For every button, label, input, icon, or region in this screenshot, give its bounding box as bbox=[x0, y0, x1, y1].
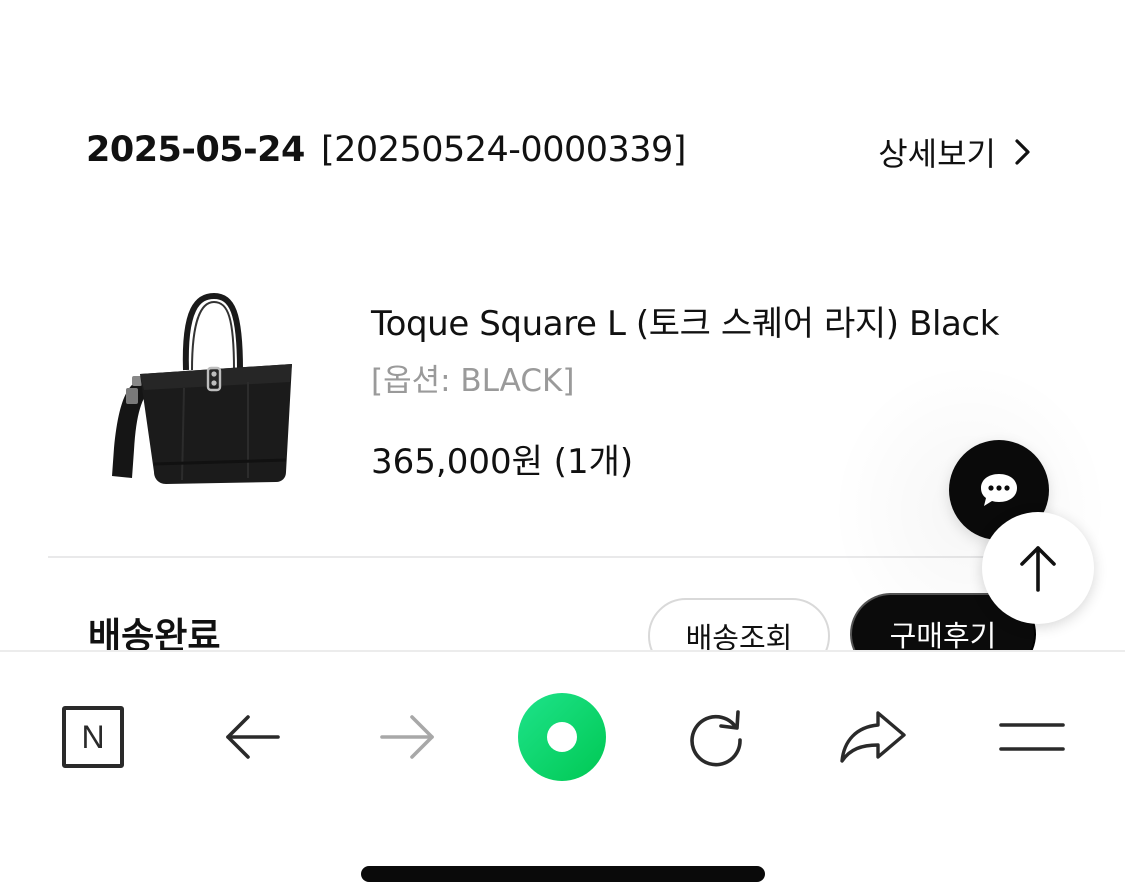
divider bbox=[48, 556, 1078, 558]
order-detail-label: 상세보기 bbox=[878, 135, 996, 173]
share-icon bbox=[840, 711, 906, 763]
chat-bubble-icon bbox=[981, 474, 1017, 506]
product-price: 365,000원 (1개) bbox=[371, 442, 634, 482]
naver-home-letter: N bbox=[81, 718, 105, 755]
green-dot-button[interactable] bbox=[514, 692, 610, 782]
page: 2025-05-24 [20250524-0000339] 상세보기 Toque… bbox=[0, 0, 1125, 895]
order-date: 2025-05-24 bbox=[86, 130, 305, 170]
back-arrow-icon bbox=[226, 715, 280, 759]
product-option: [옵션: BLACK] bbox=[371, 363, 575, 399]
green-dot-icon bbox=[518, 693, 606, 781]
share-button[interactable] bbox=[832, 692, 914, 782]
reload-button[interactable] bbox=[676, 692, 756, 782]
browser-toolbar: N bbox=[0, 650, 1125, 895]
home-indicator[interactable] bbox=[361, 866, 765, 882]
chevron-right-icon bbox=[1015, 139, 1030, 165]
scroll-top-button[interactable] bbox=[982, 512, 1094, 624]
order-number: [20250524-0000339] bbox=[321, 130, 686, 170]
back-button[interactable] bbox=[212, 692, 292, 782]
order-header: 2025-05-24 [20250524-0000339] 상세보기 bbox=[86, 126, 1036, 178]
menu-button[interactable] bbox=[994, 692, 1070, 782]
forward-arrow-icon bbox=[380, 715, 434, 759]
naver-home-icon: N bbox=[62, 706, 124, 768]
order-detail-link[interactable]: 상세보기 bbox=[878, 130, 1036, 174]
menu-icon bbox=[999, 723, 1065, 751]
arrow-up-icon bbox=[1020, 546, 1056, 592]
naver-home-button[interactable]: N bbox=[52, 692, 134, 782]
product-name[interactable]: Toque Square L (토크 스퀘어 라지) Black bbox=[371, 296, 999, 345]
forward-button[interactable] bbox=[368, 692, 448, 782]
reload-icon bbox=[690, 710, 742, 767]
product-image[interactable] bbox=[100, 288, 310, 493]
